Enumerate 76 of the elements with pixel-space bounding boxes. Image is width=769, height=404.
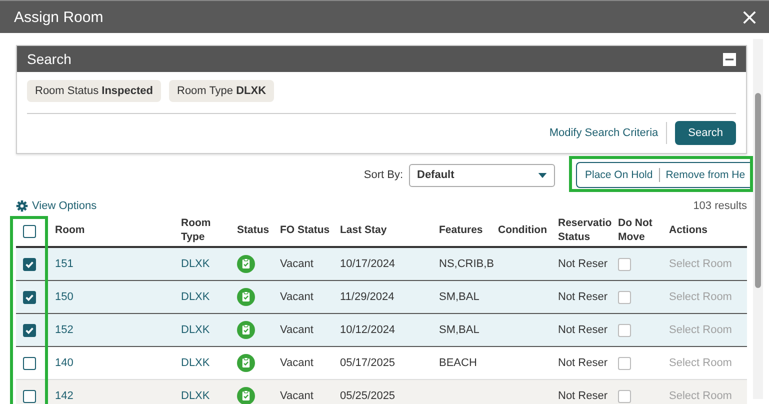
row-checkbox[interactable]	[23, 390, 36, 402]
room-link[interactable]: 150	[55, 291, 74, 303]
collapse-icon[interactable]	[723, 52, 736, 66]
caret-icon	[538, 172, 547, 178]
column-header: Actions	[669, 224, 708, 238]
close-icon[interactable]	[742, 10, 757, 24]
features-text: SM,BAL	[439, 324, 480, 336]
hold-action-button[interactable]: Place On Hold	[585, 169, 653, 181]
reservation-status-text: Not Reser	[558, 258, 608, 270]
gear-icon	[16, 200, 28, 212]
clipboard-check-icon	[237, 255, 255, 273]
clipboard-check-icon	[237, 387, 255, 404]
column-header: Condition	[498, 224, 547, 238]
row-checkbox[interactable]	[23, 290, 36, 304]
modify-search-link[interactable]: Modify Search Criteria	[549, 127, 658, 139]
column-header: Reservatio Status	[558, 217, 613, 245]
clipboard-check-icon	[237, 354, 255, 372]
room-link[interactable]: 140	[55, 357, 74, 369]
table-row[interactable]: 151 DLXK Vacant 10/17/2024 NS,CRIB,B Not Reser Select Room	[16, 248, 747, 281]
fo-status-text: Vacant	[280, 291, 314, 303]
sort-dropdown[interactable]: Default	[409, 164, 555, 186]
view-options-link[interactable]: View Options	[16, 200, 97, 212]
table-row[interactable]: 150 DLXK Vacant 11/29/2024 SM,BAL Not Reser Select Room	[16, 281, 747, 314]
column-header: Last Stay	[340, 224, 387, 238]
column-header: Features	[439, 224, 483, 238]
features-text: NS,CRIB,B	[439, 258, 494, 270]
room-link[interactable]: 152	[55, 324, 74, 336]
results-count: 103 results	[693, 200, 747, 212]
fo-status-text: Vacant	[280, 324, 314, 336]
reservation-status-text: Not Reser	[558, 390, 608, 402]
clipboard-check-icon	[237, 288, 255, 306]
room-type-link[interactable]: DLXK	[181, 291, 210, 303]
column-header: Room Type	[181, 217, 212, 245]
table-row[interactable]: 142 DLXK Vacant 05/25/2025 Not Reser Select Room	[16, 380, 747, 404]
filter-chip: Room Status Inspected	[27, 80, 161, 102]
do-not-move-checkbox[interactable]	[618, 356, 631, 370]
last-stay-date: 10/12/2024	[340, 324, 396, 336]
window-title: Assign Room	[14, 8, 104, 26]
hold-action-button[interactable]: Remove from He	[666, 169, 746, 181]
room-type-link[interactable]: DLXK	[181, 357, 210, 369]
reservation-status-text: Not Reser	[558, 324, 608, 336]
reservation-status-text: Not Reser	[558, 357, 608, 369]
features-text: SM,BAL	[439, 291, 480, 303]
last-stay-date: 05/25/2025	[340, 390, 396, 402]
table-row[interactable]: 152 DLXK Vacant 10/12/2024 SM,BAL Not Reser Select Room	[16, 314, 747, 347]
room-link[interactable]: 151	[55, 258, 74, 270]
row-checkbox[interactable]	[23, 258, 36, 270]
fo-status-text: Vacant	[280, 258, 314, 270]
do-not-move-checkbox[interactable]	[618, 324, 631, 336]
do-not-move-checkbox[interactable]	[618, 390, 631, 402]
room-type-link[interactable]: DLXK	[181, 258, 210, 270]
search-button[interactable]: Search	[675, 121, 736, 145]
fo-status-text: Vacant	[280, 357, 314, 369]
room-link[interactable]: 142	[55, 390, 74, 402]
reservation-status-text: Not Reser	[558, 291, 608, 303]
last-stay-date: 11/29/2024	[340, 291, 394, 303]
select-all-checkbox[interactable]	[23, 224, 36, 238]
do-not-move-checkbox[interactable]	[618, 290, 631, 304]
column-header: Status	[237, 224, 270, 238]
filter-chip: Room Type DLXK	[169, 80, 274, 102]
do-not-move-checkbox[interactable]	[618, 258, 631, 270]
last-stay-date: 10/17/2024	[340, 258, 396, 270]
features-text: BEACH	[439, 357, 477, 369]
room-type-link[interactable]: DLXK	[181, 324, 210, 336]
last-stay-date: 05/17/2025	[340, 357, 396, 369]
column-header: Room	[55, 224, 85, 238]
sort-label: Sort By:	[364, 169, 403, 181]
row-checkbox[interactable]	[23, 356, 36, 370]
column-header: FO Status	[280, 224, 330, 238]
column-header: Do Not Move	[618, 217, 654, 245]
panel-title: Search	[27, 51, 72, 67]
clipboard-check-icon	[237, 321, 255, 339]
row-checkbox[interactable]	[23, 324, 36, 336]
scrollbar[interactable]	[753, 39, 763, 399]
room-type-link[interactable]: DLXK	[181, 390, 210, 402]
fo-status-text: Vacant	[280, 390, 314, 402]
